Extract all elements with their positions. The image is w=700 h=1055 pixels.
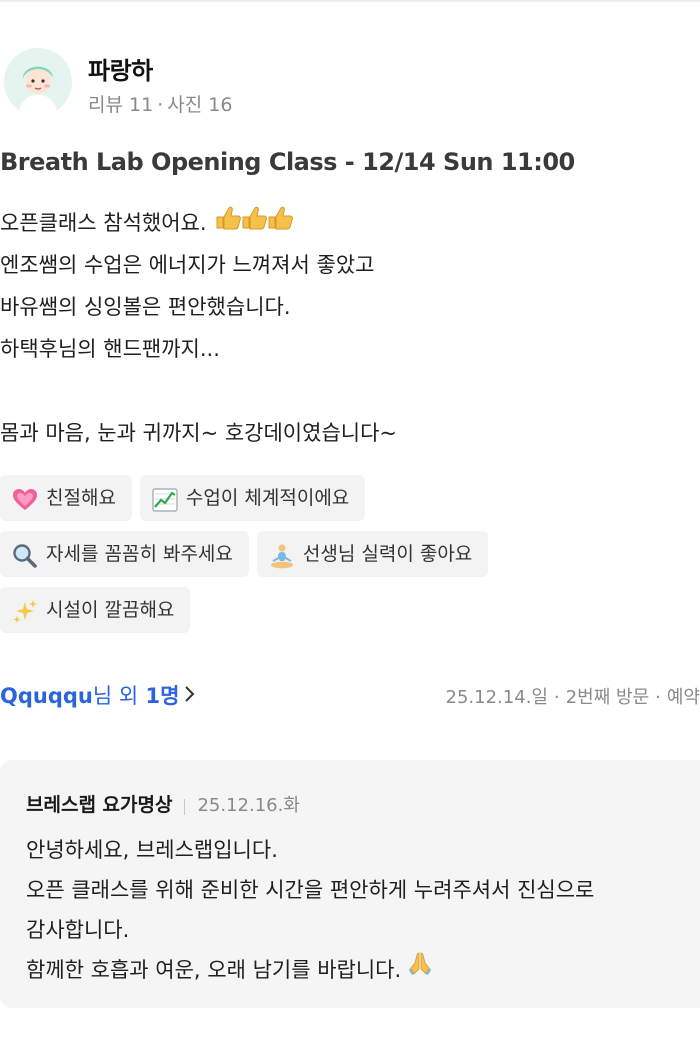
- visit-info: 25.12.14.일 · 2번째 방문 · 예약: [446, 683, 700, 709]
- visit-type: 예약: [666, 687, 700, 708]
- tag-facility: 시설이 깔끔해요: [0, 587, 191, 633]
- review-line-text: 오픈클래스 참석했어요.: [0, 211, 207, 235]
- magnifier-icon: [12, 540, 38, 568]
- separator-dot: ·: [157, 94, 164, 116]
- review-line: 몸과 마음, 눈과 귀까지~ 호강데이였습니다~: [0, 421, 398, 445]
- reviewer-name[interactable]: 파랑하: [88, 51, 153, 86]
- heart-icon: [12, 484, 38, 510]
- reply-header: 브레스랩 요가명상 25.12.16.화: [26, 790, 300, 817]
- top-divider: [0, 0, 700, 2]
- tag-skill: 선생님 실력이 좋아요: [256, 531, 489, 577]
- review-title: Breath Lab Opening Class - 12/14 Sun 11:…: [0, 148, 575, 176]
- folded-hands-icon: [407, 949, 433, 989]
- liker-count: 1명: [145, 684, 180, 708]
- tag-row: 시설이 깔끔해요: [0, 587, 700, 633]
- liker-suffix: 님 외: [92, 684, 139, 708]
- reply-body: 안녕하세요, 브레스랩입니다. 오픈 클래스를 위해 준비한 시간을 편안하게 …: [26, 830, 696, 990]
- tag-kind: 친절해요: [0, 475, 132, 521]
- tag-systematic: 수업이 체계적이에요: [139, 475, 366, 521]
- keyword-tags: 친절해요 수업이 체계적이에요 자세를 꼼꼼히 봐주세요 선생님 실력이 좋아요…: [0, 475, 700, 643]
- review-line: 하택후님의 핸드팬까지...: [0, 337, 220, 361]
- visit-date: 25.12.14.일: [445, 687, 548, 708]
- meditation-icon: [269, 540, 295, 568]
- tag-label: 친절해요: [46, 487, 116, 509]
- separator-dot: ·: [655, 687, 661, 708]
- reply-line: 안녕하세요, 브레스랩입니다.: [26, 838, 278, 862]
- tag-label: 자세를 꼼꼼히 봐주세요: [46, 543, 233, 565]
- sparkles-icon: [12, 596, 38, 623]
- liker-name: Qquqqu: [0, 684, 93, 708]
- tag-label: 시설이 깔끔해요: [46, 599, 175, 621]
- reply-line: 함께한 호흡과 여운, 오래 남기를 바랍니다.: [26, 950, 696, 990]
- liker-link[interactable]: Qquqqu님 외 1명: [0, 680, 195, 710]
- chart-icon: [152, 484, 178, 512]
- review-count: 리뷰 11: [88, 94, 154, 116]
- avatar[interactable]: [4, 48, 72, 116]
- tag-label: 수업이 체계적이에요: [185, 487, 350, 509]
- reply-line: 오픈 클래스를 위해 준비한 시간을 편안하게 누려주셔서 진심으로: [26, 878, 595, 902]
- reply-divider: [184, 798, 186, 815]
- visit-count: 2번째 방문: [565, 687, 650, 708]
- tag-row: 자세를 꼼꼼히 봐주세요 선생님 실력이 좋아요: [0, 531, 700, 577]
- photo-count: 사진 16: [167, 94, 233, 116]
- separator-dot: ·: [553, 687, 560, 708]
- review-body: 오픈클래스 참석했어요. 엔조쌤의 수업은 에너지가 느껴져서 좋았고 바유쌤의…: [0, 202, 700, 454]
- tag-posture: 자세를 꼼꼼히 봐주세요: [0, 531, 249, 577]
- chevron-right-icon: [183, 684, 195, 708]
- review-line: [0, 370, 700, 412]
- review-line: 바유쌤의 싱잉볼은 편안했습니다.: [0, 295, 291, 319]
- reply-date: 25.12.16.화: [197, 795, 300, 816]
- review-line: 엔조쌤의 수업은 에너지가 느껴져서 좋았고: [0, 253, 375, 277]
- reviewer-profile[interactable]: 파랑하 리뷰 11 · 사진 16: [0, 48, 700, 120]
- tag-label: 선생님 실력이 좋아요: [302, 543, 473, 565]
- owner-reply: 브레스랩 요가명상 25.12.16.화 안녕하세요, 브레스랩입니다. 오픈 클…: [0, 760, 700, 1008]
- reply-line-text: 함께한 호흡과 여운, 오래 남기를 바랍니다.: [26, 958, 402, 982]
- review-footer: Qquqqu님 외 1명 25.12.14.일 · 2번째 방문 · 예약: [0, 680, 700, 716]
- reviewer-stats: 리뷰 11 · 사진 16: [88, 90, 232, 117]
- reply-author: 브레스랩 요가명상: [26, 794, 173, 816]
- thumbs-up-icon: [215, 203, 295, 245]
- tag-row: 친절해요 수업이 체계적이에요: [0, 475, 700, 521]
- review-line: 오픈클래스 참석했어요.: [0, 202, 700, 244]
- reply-line: 감사합니다.: [26, 918, 130, 942]
